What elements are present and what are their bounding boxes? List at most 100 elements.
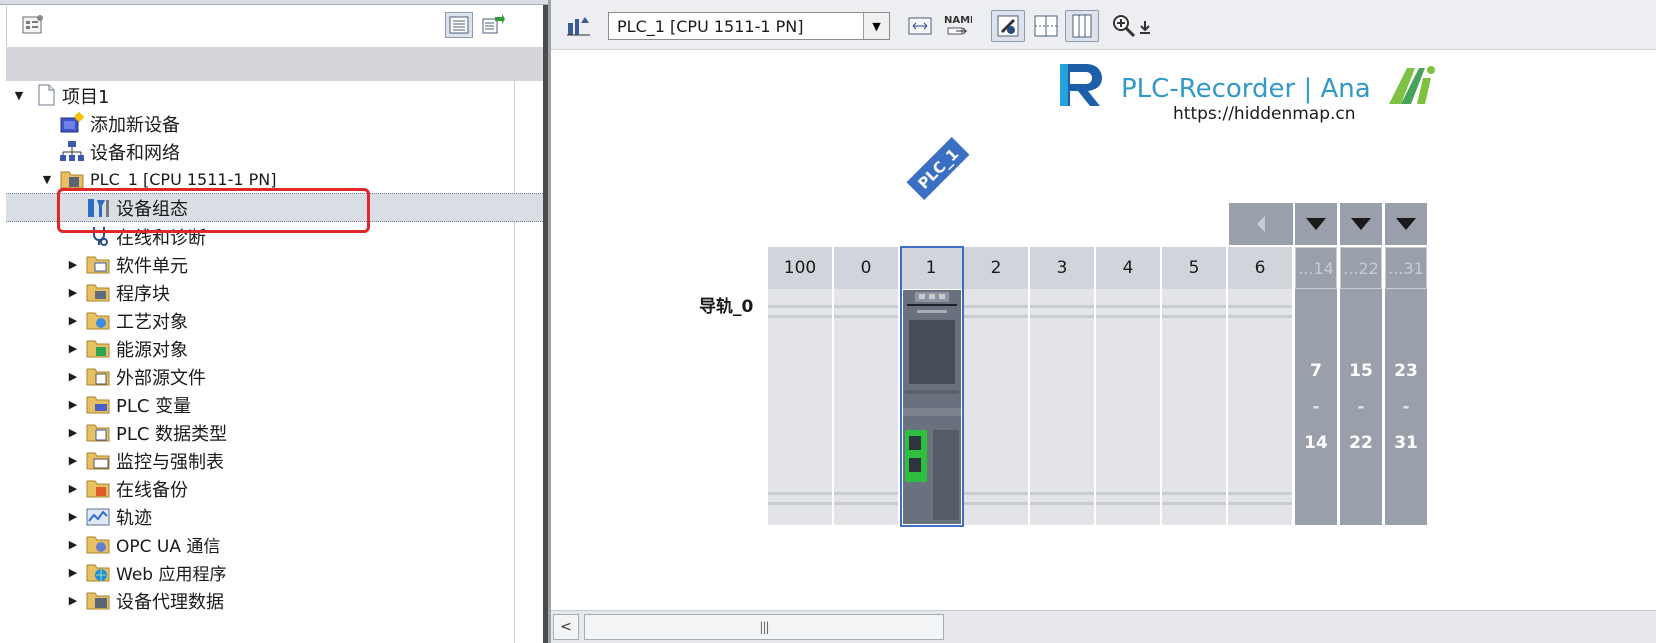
detail-view-icon[interactable] xyxy=(445,12,473,38)
slot-header[interactable]: 3 xyxy=(1030,247,1096,289)
zoom-dropdown-icon[interactable] xyxy=(1138,10,1152,42)
panel-top-border xyxy=(0,0,548,5)
device-view-toolbar: PLC_1 [CPU 1511-1 PN] ▼ NAME xyxy=(551,0,1656,50)
watermark-url: https://hiddenmap.cn xyxy=(1173,104,1356,124)
expansion-range-start: 7 xyxy=(1310,361,1322,381)
tree-item-technology-objects[interactable]: ▶ 工艺对象 xyxy=(6,306,543,335)
scroll-left-icon[interactable]: < xyxy=(553,614,579,640)
expand-arrow-icon[interactable]: ▶ xyxy=(66,426,80,440)
zoom-in-icon[interactable] xyxy=(1111,10,1137,42)
tree-item-plc-data-types[interactable]: ▶ PLC 数据类型 xyxy=(6,418,543,447)
expand-arrow-icon[interactable]: ▶ xyxy=(66,538,80,552)
tree-item-label: 程序块 xyxy=(116,283,170,305)
project-tree-toolbar xyxy=(6,6,543,46)
network-icon xyxy=(60,140,84,162)
show-labels-icon[interactable] xyxy=(991,10,1025,42)
expand-arrow-icon[interactable]: ▶ xyxy=(66,454,80,468)
columns-view-icon[interactable] xyxy=(1065,10,1099,42)
expand-slots-7-14[interactable] xyxy=(1295,203,1337,245)
expand-arrow-icon[interactable]: ▶ xyxy=(66,398,80,412)
scroll-left-button[interactable] xyxy=(1229,203,1293,245)
rack-slot[interactable] xyxy=(768,289,834,525)
tree-item-software-units[interactable]: ▶ 软件单元 xyxy=(6,250,543,279)
project-icon xyxy=(36,84,58,106)
scrollbar-thumb[interactable]: ||| xyxy=(584,614,944,640)
expansion-header[interactable]: ...14 xyxy=(1295,247,1337,289)
tree-item-label: 项目1 xyxy=(62,86,110,108)
tree-item-web-apps[interactable]: ▶ Web 应用程序 xyxy=(6,558,543,587)
expansion-slots-15-22[interactable]: 15 - 22 xyxy=(1340,289,1382,525)
folder-icon xyxy=(86,449,110,471)
slot-header[interactable]: 100 xyxy=(768,247,834,289)
expand-arrow-icon[interactable]: ▶ xyxy=(66,510,80,524)
tree-item-energy-objects[interactable]: ▶ 能源对象 xyxy=(6,334,543,363)
expansion-slots-23-31[interactable]: 23 - 31 xyxy=(1385,289,1427,525)
expand-arrow-icon[interactable]: ▼ xyxy=(12,89,26,103)
folder-icon xyxy=(86,365,110,387)
rack-slot[interactable] xyxy=(834,289,900,525)
tree-item-label: PLC_1 [CPU 1511-1 PN] xyxy=(90,170,277,189)
folder-icon xyxy=(86,561,110,583)
chevron-down-icon[interactable]: ▼ xyxy=(863,13,889,39)
expand-slots-15-22[interactable] xyxy=(1340,203,1382,245)
tree-item-traces[interactable]: ▶ 轨迹 xyxy=(6,502,543,531)
tree-item-program-blocks[interactable]: ▶ 程序块 xyxy=(6,278,543,307)
project-tree: ▼ 项目1 添加新设备 设备和网络 ▼ PLC_1 [CPU 1511-1 PN… xyxy=(6,81,543,643)
rack-slot[interactable] xyxy=(1162,289,1228,525)
slot-header[interactable]: 6 xyxy=(1228,247,1294,289)
expand-slots-23-31[interactable] xyxy=(1385,203,1427,245)
expand-arrow-icon[interactable]: ▶ xyxy=(66,594,80,608)
slot-header[interactable]: 0 xyxy=(834,247,900,289)
rack-slot[interactable] xyxy=(1030,289,1096,525)
rack-slot[interactable] xyxy=(1228,289,1294,525)
properties-icon[interactable] xyxy=(19,12,47,38)
watermark-ai-logo xyxy=(1387,64,1437,112)
folder-icon xyxy=(86,309,110,331)
network-overview-icon[interactable] xyxy=(563,10,593,42)
expansion-range-end: 31 xyxy=(1394,433,1418,453)
tree-item-label: 轨迹 xyxy=(116,507,152,529)
highlight-box xyxy=(57,188,370,233)
rack-slot[interactable] xyxy=(1096,289,1162,525)
expand-arrow-icon[interactable]: ▶ xyxy=(66,342,80,356)
tree-item-add-device[interactable]: 添加新设备 xyxy=(6,109,543,138)
grid-view-icon[interactable] xyxy=(1031,10,1061,42)
tree-item-external-sources[interactable]: ▶ 外部源文件 xyxy=(6,362,543,391)
tree-item-label: 在线备份 xyxy=(116,479,188,501)
expansion-header[interactable]: ...31 xyxy=(1385,247,1427,289)
rename-icon[interactable]: NAME xyxy=(941,10,973,42)
device-selector[interactable]: PLC_1 [CPU 1511-1 PN] ▼ xyxy=(608,12,890,40)
device-view-panel: PLC_1 [CPU 1511-1 PN] ▼ NAME xyxy=(548,0,1656,643)
tree-item-plc-tags[interactable]: ▶ PLC 变量 xyxy=(6,390,543,419)
horizontal-scrollbar[interactable]: < ||| xyxy=(551,610,1656,643)
expand-arrow-icon[interactable]: ▶ xyxy=(66,566,80,580)
tree-item-project[interactable]: ▼ 项目1 xyxy=(6,81,543,110)
expand-arrow-icon[interactable]: ▶ xyxy=(66,258,80,272)
slot-header[interactable]: 2 xyxy=(964,247,1030,289)
tree-item-label: 设备和网络 xyxy=(90,142,180,164)
swap-view-icon[interactable] xyxy=(905,10,935,42)
tree-item-label: OPC UA 通信 xyxy=(116,537,221,557)
tree-item-opc-ua[interactable]: ▶ OPC UA 通信 xyxy=(6,530,543,559)
rack-slot[interactable] xyxy=(964,289,1030,525)
tree-item-devices-networks[interactable]: 设备和网络 xyxy=(6,137,543,166)
expand-arrow-icon[interactable]: ▶ xyxy=(66,370,80,384)
folder-icon xyxy=(86,533,110,555)
tree-header-bar xyxy=(6,47,543,81)
expand-arrow-icon[interactable]: ▶ xyxy=(66,482,80,496)
tree-item-device-proxy[interactable]: ▶ 设备代理数据 xyxy=(6,586,543,615)
slot-header[interactable]: 4 xyxy=(1096,247,1162,289)
tree-item-online-backups[interactable]: ▶ 在线备份 xyxy=(6,474,543,503)
expansion-range-dash: - xyxy=(1357,397,1365,417)
folder-icon xyxy=(86,421,110,443)
expansion-slots-7-14[interactable]: 7 - 14 xyxy=(1295,289,1337,525)
slot-header[interactable]: 5 xyxy=(1162,247,1228,289)
add-device-icon xyxy=(60,112,84,134)
export-icon[interactable] xyxy=(479,12,507,38)
expand-arrow-icon[interactable]: ▶ xyxy=(66,314,80,328)
plc-name-tag[interactable]: PLC_1 xyxy=(906,137,970,200)
tree-item-watch-tables[interactable]: ▶ 监控与强制表 xyxy=(6,446,543,475)
expand-arrow-icon[interactable]: ▼ xyxy=(40,173,54,187)
expansion-header[interactable]: ...22 xyxy=(1340,247,1382,289)
expand-arrow-icon[interactable]: ▶ xyxy=(66,286,80,300)
